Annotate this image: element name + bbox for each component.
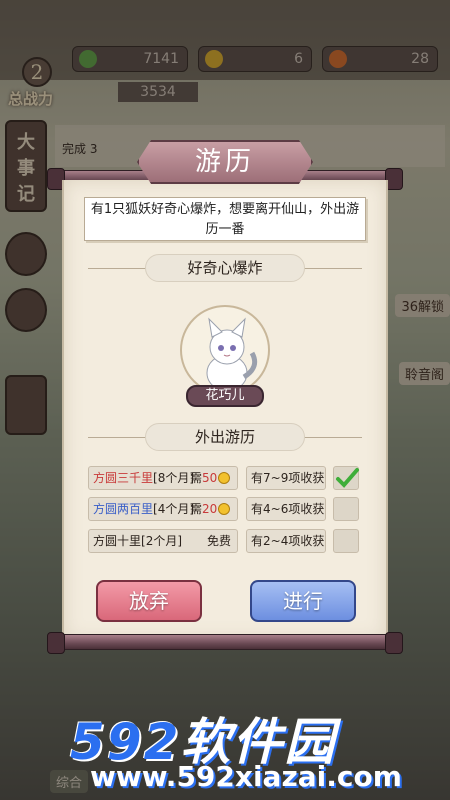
option-duration: [2个月]	[141, 534, 183, 548]
option-cost: 需50	[190, 466, 231, 490]
character-name: 花巧儿	[186, 385, 264, 407]
option-result: 有2~4项收获	[246, 529, 326, 553]
confirm-button[interactable]: 进行	[250, 580, 356, 622]
cost-prefix: 需	[190, 502, 203, 516]
option-checkbox-1[interactable]	[333, 466, 359, 490]
cancel-button[interactable]: 放弃	[96, 580, 202, 622]
option-checkbox-2[interactable]	[333, 497, 359, 521]
gold-coin-icon	[218, 503, 231, 515]
dialog-title: 游历	[194, 147, 255, 177]
option-label: 方圆两百里	[93, 502, 154, 516]
option-result: 有7~9项收获	[246, 466, 326, 490]
fox-cat-icon	[206, 317, 258, 392]
option-cost: 免费	[207, 529, 231, 553]
cost-value: 免费	[207, 534, 232, 548]
character-avatar	[180, 305, 270, 395]
option-result: 有4~6项收获	[246, 497, 326, 521]
cost-value: 20	[202, 502, 218, 516]
scroll-rod-bottom	[47, 632, 403, 654]
cost-prefix: 需	[190, 471, 203, 485]
gold-coin-icon	[218, 472, 231, 484]
cost-value: 50	[202, 471, 218, 485]
event-title: 好奇心爆炸	[145, 254, 305, 282]
dialog-paper	[62, 180, 388, 640]
section-title: 外出游历	[145, 423, 305, 451]
option-cost: 需20	[190, 497, 231, 521]
option-checkbox-3[interactable]	[333, 529, 359, 553]
option-label: 方圆十里	[93, 534, 142, 548]
option-duration: [8个月]	[153, 471, 195, 485]
checkmark-icon	[336, 468, 359, 488]
story-text: 有1只狐妖好奇心爆炸，想要离开仙山，外出游历一番	[84, 197, 366, 241]
option-label: 方圆三千里	[93, 471, 154, 485]
option-duration: [4个月]	[153, 502, 195, 516]
watermark-url: www.592xiazai.com	[90, 760, 402, 793]
